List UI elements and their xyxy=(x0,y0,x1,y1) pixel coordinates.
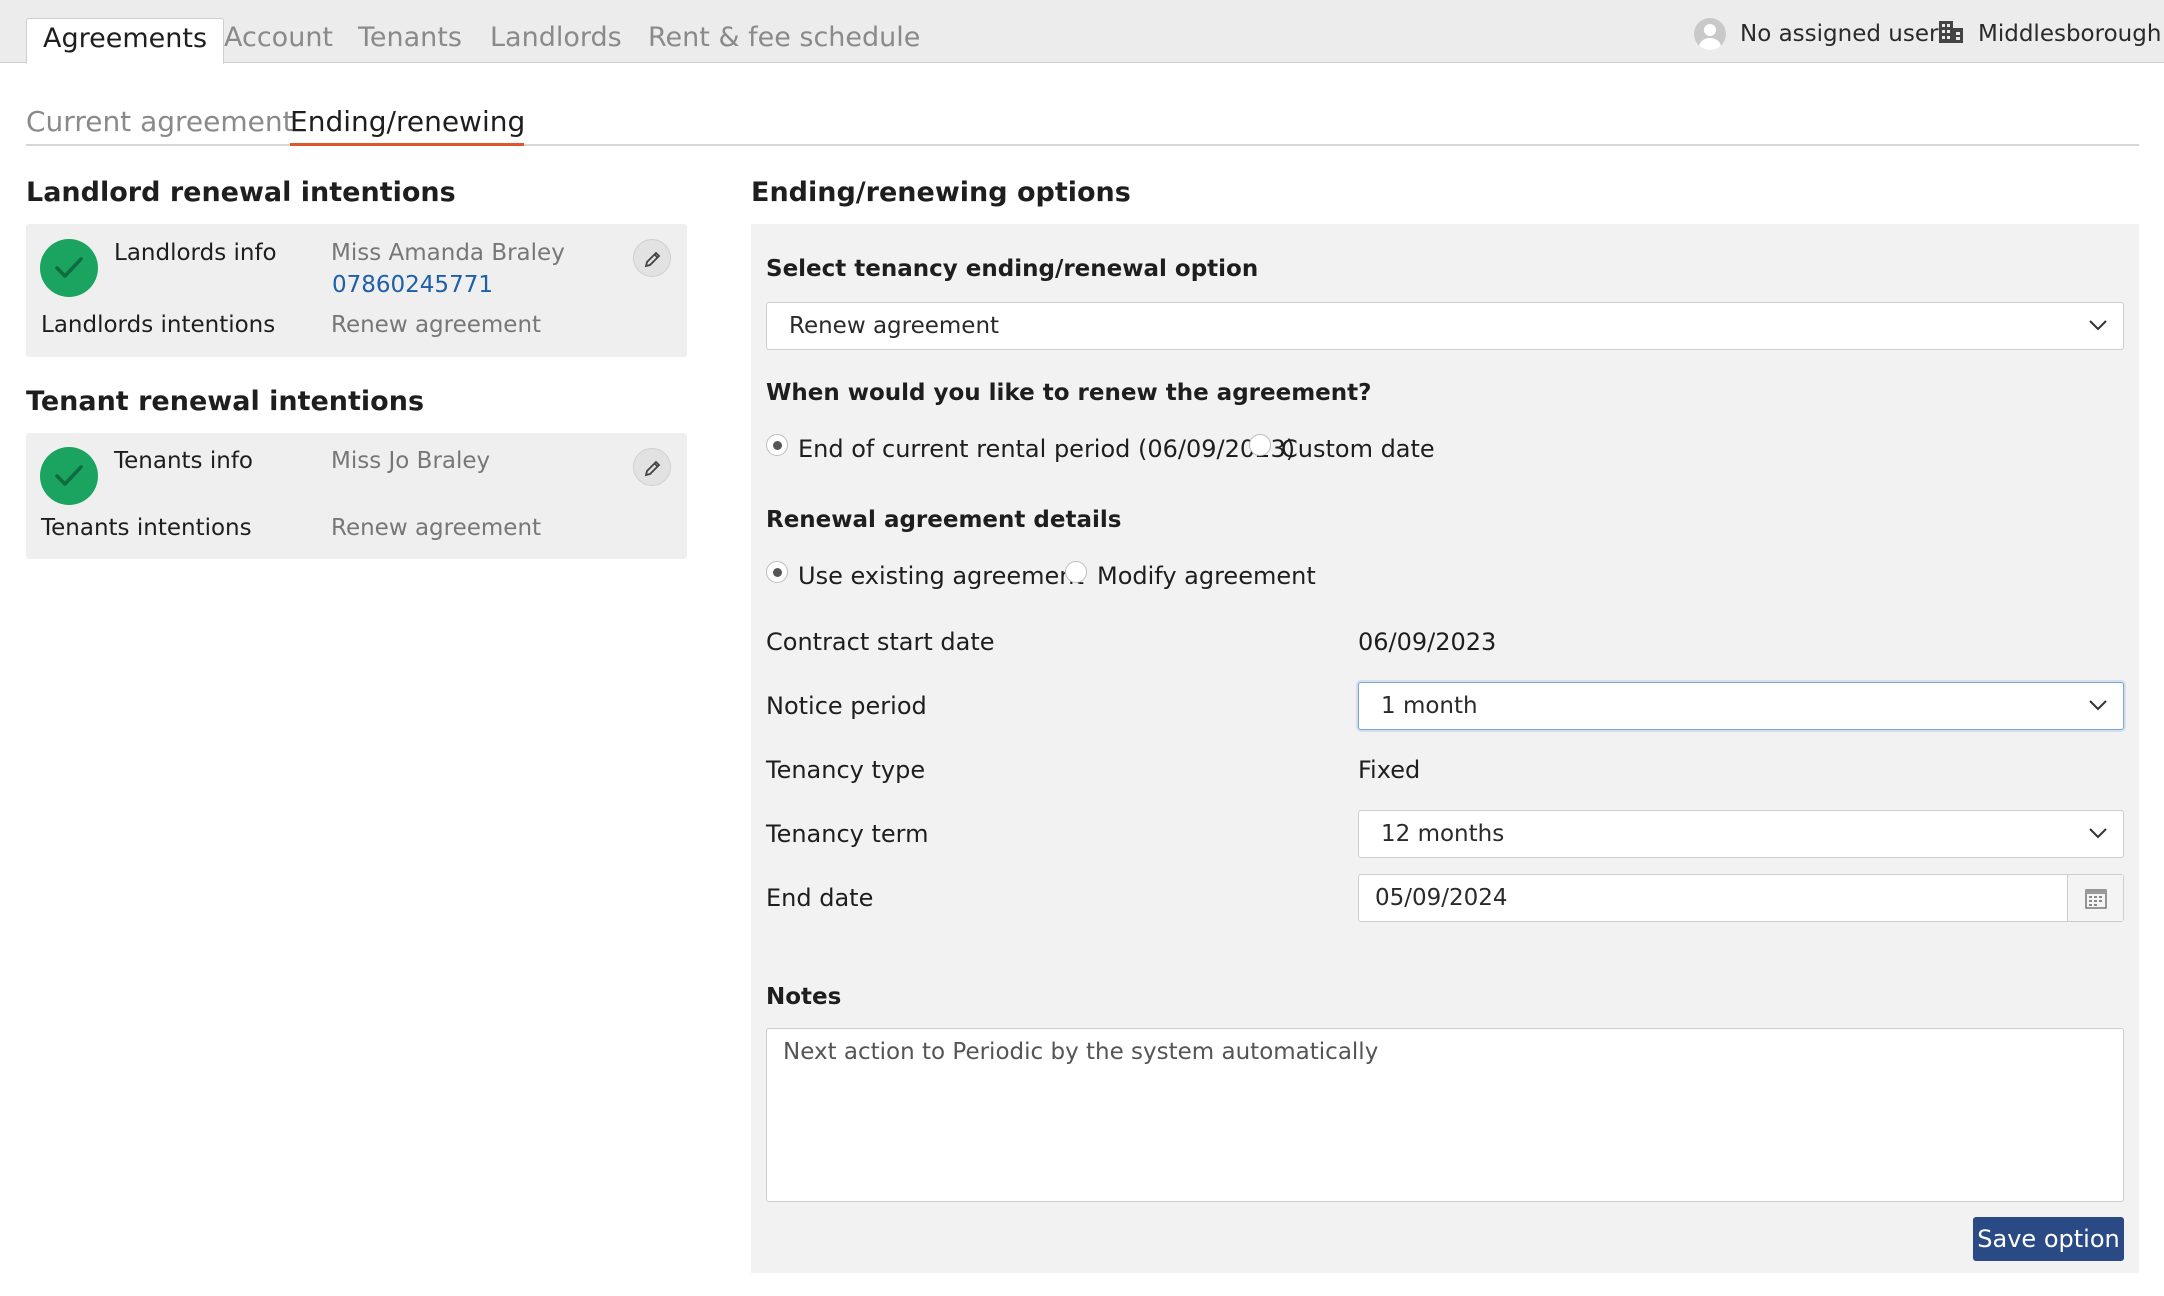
tenancy-type-value: Fixed xyxy=(1358,756,1421,784)
radio-end-of-period[interactable] xyxy=(766,434,788,456)
radio-modify-agreement[interactable] xyxy=(1065,561,1087,583)
renewal-option-select[interactable]: Renew agreement xyxy=(766,302,2124,350)
radio-modify-agreement-label: Modify agreement xyxy=(1097,562,1316,590)
tenant-section-title: Tenant renewal intentions xyxy=(26,386,425,417)
subtab-current-agreement[interactable]: Current agreement xyxy=(26,104,294,140)
radio-custom-date[interactable] xyxy=(1249,434,1271,456)
tenant-card: Tenants info Miss Jo Braley Tenants inte… xyxy=(26,433,687,559)
tenants-intentions-label: Tenants intentions xyxy=(41,515,252,541)
tab-rent-fee-schedule[interactable]: Rent & fee schedule xyxy=(632,18,936,63)
radio-use-existing[interactable] xyxy=(766,561,788,583)
tenancy-type-label: Tenancy type xyxy=(766,756,926,784)
calendar-icon xyxy=(2085,889,2107,909)
subtab-ending-renewing[interactable]: Ending/renewing xyxy=(290,104,525,140)
landlord-phone-link[interactable]: 07860245771 xyxy=(332,272,493,298)
landlord-section-title: Landlord renewal intentions xyxy=(26,177,456,208)
tenants-intentions-value: Renew agreement xyxy=(331,515,542,541)
edit-tenant-button[interactable] xyxy=(633,448,671,486)
notice-period-label: Notice period xyxy=(766,692,927,720)
renew-when-label: When would you like to renew the agreeme… xyxy=(766,380,1372,406)
radio-use-existing-label: Use existing agreement xyxy=(798,562,1084,590)
landlord-card: Landlords info Miss Amanda Braley 078602… xyxy=(26,224,687,357)
landlord-name: Miss Amanda Braley xyxy=(331,240,565,266)
tenants-info-label: Tenants info xyxy=(114,448,253,474)
save-option-button[interactable]: Save option xyxy=(1973,1217,2124,1261)
end-date-value: 05/09/2024 xyxy=(1375,885,1508,911)
pencil-icon xyxy=(644,460,661,477)
tenancy-term-select[interactable]: 12 months xyxy=(1358,810,2124,858)
landlords-intentions-label: Landlords intentions xyxy=(41,312,276,338)
calendar-button[interactable] xyxy=(2067,875,2123,921)
options-section-title: Ending/renewing options xyxy=(751,177,1131,208)
tenancy-term-label: Tenancy term xyxy=(766,820,929,848)
landlords-intentions-value: Renew agreement xyxy=(331,312,542,338)
assigned-user-label: No assigned user xyxy=(1740,21,1939,47)
tab-account[interactable]: Account xyxy=(208,18,349,63)
landlords-info-label: Landlords info xyxy=(114,240,277,266)
notice-period-select[interactable]: 1 month xyxy=(1358,682,2124,730)
chevron-down-icon xyxy=(2089,828,2107,839)
contract-start-value: 06/09/2023 xyxy=(1358,628,1497,656)
tab-landlords[interactable]: Landlords xyxy=(474,18,638,63)
pencil-icon xyxy=(644,251,661,268)
checkmark-icon xyxy=(40,239,98,297)
active-subtab-indicator xyxy=(290,143,524,146)
assigned-user-control[interactable]: No assigned user xyxy=(1694,18,1938,50)
notes-label: Notes xyxy=(766,984,842,1010)
contract-start-label: Contract start date xyxy=(766,628,995,656)
notice-period-value: 1 month xyxy=(1381,693,1478,719)
user-avatar-icon xyxy=(1694,18,1726,50)
building-icon xyxy=(1938,18,1964,50)
tab-agreements[interactable]: Agreements xyxy=(26,18,225,64)
chevron-down-icon xyxy=(2089,700,2107,711)
branch-control[interactable]: Middlesborough xyxy=(1938,18,2161,50)
checkmark-icon xyxy=(40,447,98,505)
tab-tenants[interactable]: Tenants xyxy=(342,18,478,63)
renewal-details-label: Renewal agreement details xyxy=(766,507,1122,533)
end-date-label: End date xyxy=(766,884,874,912)
renewal-option-value: Renew agreement xyxy=(789,313,1000,339)
branch-label: Middlesborough xyxy=(1978,21,2162,47)
radio-end-of-period-label: End of current rental period (06/09/2023… xyxy=(798,435,1296,463)
tenancy-term-value: 12 months xyxy=(1381,821,1505,847)
end-date-input[interactable]: 05/09/2024 xyxy=(1358,874,2124,922)
radio-custom-date-label: Custom date xyxy=(1281,435,1435,463)
notes-textarea[interactable]: Next action to Periodic by the system au… xyxy=(766,1028,2124,1202)
tenant-name: Miss Jo Braley xyxy=(331,448,491,474)
chevron-down-icon xyxy=(2089,320,2107,331)
renewal-option-label: Select tenancy ending/renewal option xyxy=(766,256,1259,282)
edit-landlord-button[interactable] xyxy=(633,239,671,277)
top-navigation-bar: Agreements Account Tenants Landlords Ren… xyxy=(0,0,2164,64)
